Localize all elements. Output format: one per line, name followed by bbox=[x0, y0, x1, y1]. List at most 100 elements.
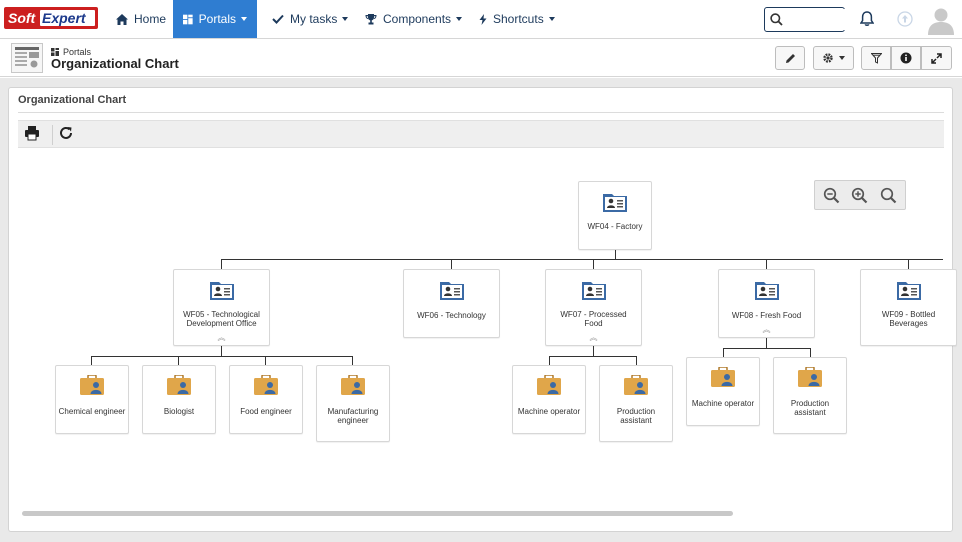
page-title: Organizational Chart bbox=[51, 56, 179, 71]
role-icon bbox=[80, 375, 104, 395]
search-icon bbox=[770, 13, 783, 26]
org-node-label: Machine operator bbox=[517, 407, 581, 416]
refresh-icon[interactable] bbox=[58, 125, 74, 141]
org-node-department[interactable]: WF07 - Processed Food ︽ bbox=[545, 269, 642, 346]
department-icon bbox=[896, 282, 921, 300]
org-node-role[interactable]: Chemical engineer bbox=[55, 365, 129, 434]
grid-icon bbox=[183, 14, 193, 24]
org-node-role[interactable]: Machine operator bbox=[686, 357, 760, 426]
search-input[interactable] bbox=[787, 9, 847, 30]
collapse-icon[interactable]: ︽ bbox=[590, 332, 598, 343]
nav-components[interactable]: Components bbox=[355, 0, 472, 38]
horizontal-scrollbar[interactable] bbox=[22, 511, 733, 516]
top-navbar: Soft Expert Home Portals My tasks Compon… bbox=[0, 0, 962, 39]
department-icon bbox=[754, 282, 779, 300]
check-icon bbox=[272, 14, 284, 24]
page-header: Portals Organizational Chart bbox=[0, 39, 962, 77]
org-node-label: Production assistant bbox=[616, 407, 656, 425]
org-node-label: WF09 - Bottled Beverages bbox=[881, 310, 936, 328]
collapse-icon[interactable]: ︽ bbox=[763, 324, 771, 335]
nav-shortcuts[interactable]: Shortcuts bbox=[469, 0, 565, 38]
trophy-icon bbox=[365, 13, 377, 24]
bolt-icon bbox=[479, 13, 487, 25]
zoom-in-icon[interactable] bbox=[851, 187, 868, 204]
nav-home[interactable]: Home bbox=[106, 0, 176, 38]
panel-title: Organizational Chart bbox=[18, 94, 127, 106]
nav-portals-label: Portals bbox=[198, 12, 236, 26]
print-icon[interactable] bbox=[24, 125, 40, 141]
org-node-label: WF07 - Processed Food bbox=[560, 310, 627, 328]
org-node-department[interactable]: WF08 - Fresh Food ︽ bbox=[718, 269, 815, 338]
org-node-label: WF05 - Technological Development Office bbox=[183, 310, 260, 328]
org-node-label: Biologist bbox=[163, 407, 195, 416]
org-node-label: Chemical engineer bbox=[58, 407, 126, 416]
settings-button[interactable] bbox=[813, 46, 854, 70]
filter-icon bbox=[870, 52, 882, 64]
org-node-department[interactable]: WF06 - Technology bbox=[403, 269, 500, 338]
edit-button[interactable] bbox=[775, 46, 805, 70]
org-node-label: Food engineer bbox=[240, 407, 292, 416]
org-node-label: WF04 - Factory bbox=[587, 222, 643, 231]
chevron-down-icon bbox=[456, 17, 463, 21]
chart-toolbar bbox=[18, 120, 944, 148]
info-icon bbox=[900, 52, 912, 64]
role-icon bbox=[798, 367, 822, 387]
role-icon bbox=[254, 375, 278, 395]
nav-components-label: Components bbox=[383, 12, 452, 26]
zoom-controls bbox=[814, 180, 906, 210]
role-icon bbox=[341, 375, 365, 395]
divider bbox=[52, 125, 53, 145]
gear-icon bbox=[823, 53, 833, 63]
nav-my-tasks-label: My tasks bbox=[290, 12, 338, 26]
grid-icon bbox=[51, 48, 59, 56]
expand-icon bbox=[931, 52, 942, 64]
org-node-role[interactable]: Production assistant bbox=[773, 357, 847, 434]
zoom-out-icon[interactable] bbox=[823, 187, 840, 204]
info-button[interactable] bbox=[891, 46, 921, 70]
document-icon bbox=[15, 47, 39, 68]
org-node-department[interactable]: WF05 - Technological Development Office … bbox=[173, 269, 270, 346]
svg-text:Soft: Soft bbox=[8, 10, 37, 26]
chevron-down-icon bbox=[839, 56, 845, 60]
department-icon bbox=[209, 282, 234, 300]
org-node-role[interactable]: Manufacturing engineer bbox=[316, 365, 390, 442]
fullscreen-button[interactable] bbox=[921, 46, 952, 70]
page-thumbnail bbox=[11, 43, 43, 73]
org-node-role[interactable]: Production assistant bbox=[599, 365, 673, 442]
avatar[interactable] bbox=[926, 5, 956, 35]
nav-my-tasks[interactable]: My tasks bbox=[262, 0, 358, 38]
org-node-role[interactable]: Biologist bbox=[142, 365, 216, 434]
department-icon bbox=[581, 282, 606, 300]
role-icon bbox=[624, 375, 648, 395]
org-node-label: Manufacturing engineer bbox=[327, 407, 379, 425]
role-icon bbox=[537, 375, 561, 395]
org-node-root[interactable]: WF04 - Factory bbox=[578, 181, 652, 250]
home-icon bbox=[116, 13, 128, 25]
nav-portals[interactable]: Portals bbox=[173, 0, 257, 38]
nav-home-label: Home bbox=[134, 12, 167, 26]
role-icon bbox=[711, 367, 735, 387]
department-icon bbox=[603, 194, 627, 212]
softexpert-logo[interactable]: Soft Expert bbox=[4, 7, 98, 29]
chevron-down-icon bbox=[241, 17, 247, 21]
search-box[interactable] bbox=[764, 7, 847, 32]
bell-icon[interactable] bbox=[860, 11, 874, 27]
org-node-role[interactable]: Food engineer bbox=[229, 365, 303, 434]
upgrade-icon[interactable] bbox=[897, 11, 913, 27]
chevron-down-icon bbox=[548, 17, 555, 21]
org-node-role[interactable]: Machine operator bbox=[512, 365, 586, 434]
zoom-reset-icon[interactable] bbox=[880, 187, 897, 204]
department-icon bbox=[439, 282, 464, 300]
svg-text:Expert: Expert bbox=[42, 10, 87, 26]
org-node-department[interactable]: WF09 - Bottled Beverages bbox=[860, 269, 957, 346]
pencil-icon bbox=[785, 53, 795, 63]
filter-button[interactable] bbox=[861, 46, 891, 70]
org-node-label: Machine operator bbox=[691, 399, 755, 408]
nav-shortcuts-label: Shortcuts bbox=[493, 12, 544, 26]
org-node-label: WF06 - Technology bbox=[417, 311, 486, 320]
org-node-label: WF08 - Fresh Food bbox=[731, 311, 802, 320]
divider bbox=[18, 112, 944, 113]
chevron-down-icon bbox=[342, 17, 349, 21]
collapse-icon[interactable]: ︽ bbox=[218, 332, 226, 343]
role-icon bbox=[167, 375, 191, 395]
